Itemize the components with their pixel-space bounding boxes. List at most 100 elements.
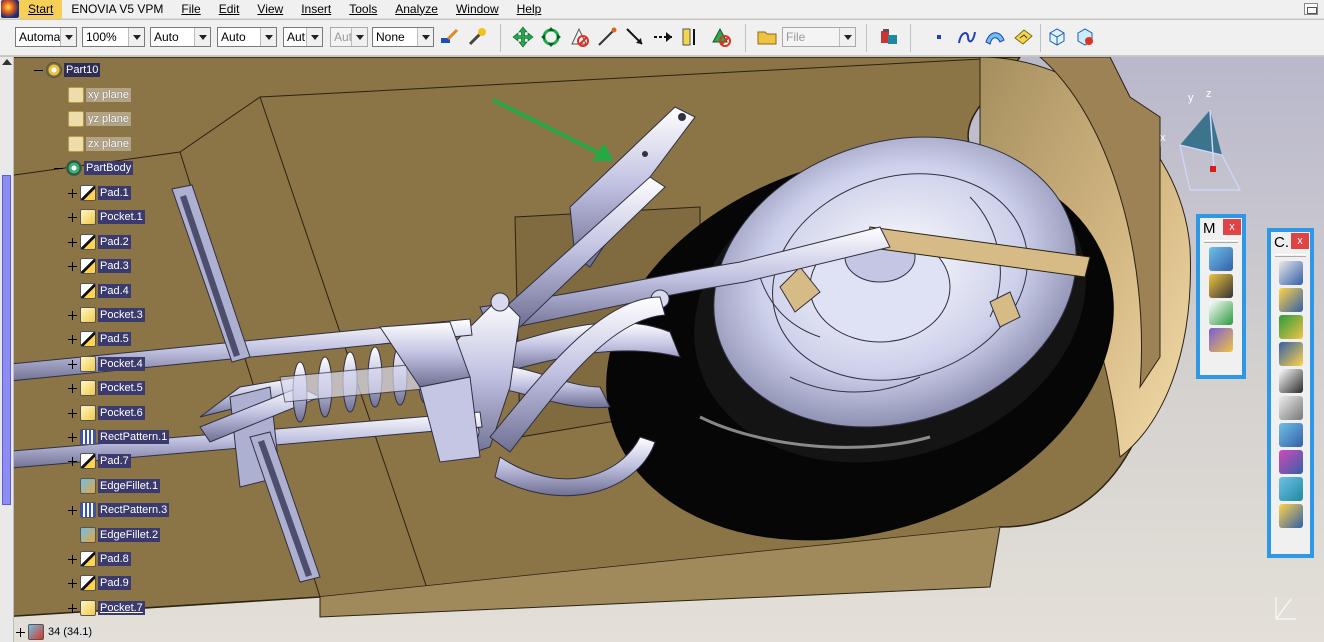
line-arrow-icon[interactable] <box>624 26 646 48</box>
chevron-down-icon[interactable] <box>417 28 433 46</box>
menu-file[interactable]: File <box>172 0 209 19</box>
menu-view[interactable]: View <box>248 0 292 19</box>
assembly-icon[interactable] <box>1278 315 1303 339</box>
paperclip-icon[interactable] <box>1278 396 1303 420</box>
expand-icon[interactable] <box>68 310 77 320</box>
close-icon[interactable]: x <box>1291 233 1309 249</box>
part-model[interactable] <box>0 57 1324 642</box>
tree-feature-label[interactable]: Pocket.3 <box>98 308 145 322</box>
expand-icon[interactable] <box>68 261 77 271</box>
sketch-based-icon[interactable] <box>1209 247 1233 271</box>
tree-feature-rectpattern-1[interactable]: RectPattern.1 <box>68 428 170 446</box>
expand-icon[interactable] <box>68 212 77 222</box>
tree-feature-label[interactable]: EdgeFillet.1 <box>98 479 161 493</box>
split-arrows-icon[interactable] <box>652 26 674 48</box>
3d-viewport[interactable]: x y z <box>0 57 1324 642</box>
menu-insert[interactable]: Insert <box>292 0 340 19</box>
part-icon[interactable] <box>1046 26 1068 48</box>
menu-help[interactable]: Help <box>508 0 551 19</box>
expand-icon[interactable] <box>68 456 77 466</box>
catia-logo-icon[interactable] <box>1 0 19 18</box>
cube-icon[interactable] <box>1278 288 1303 312</box>
paintbrush-icon[interactable] <box>438 26 460 48</box>
chevron-down-icon[interactable] <box>128 28 144 46</box>
point-icon[interactable] <box>928 26 950 48</box>
catalog-icon[interactable] <box>878 26 900 48</box>
tree-feature-pad-9[interactable]: Pad.9 <box>68 574 131 592</box>
zoom-combo[interactable]: 100% <box>82 27 145 47</box>
tree-feature-label[interactable]: RectPattern.3 <box>98 503 170 517</box>
tree-feature-pad-4[interactable]: Pad.4 <box>68 282 131 300</box>
tree-feature-label[interactable]: Pad.3 <box>98 259 131 273</box>
expand-icon[interactable] <box>68 554 77 564</box>
tree-feature-label[interactable]: Pad.8 <box>98 552 131 566</box>
compass-icon[interactable]: x y z <box>1150 85 1260 195</box>
magic-wand-icon[interactable] <box>466 26 488 48</box>
close-icon[interactable]: x <box>1223 219 1241 235</box>
tree-feature-edgefillet-1[interactable]: EdgeFillet.1 <box>68 477 161 495</box>
tree-feature-label[interactable]: Pad.7 <box>98 454 131 468</box>
tree-feature-pad-2[interactable]: Pad.2 <box>68 233 131 251</box>
expand-icon[interactable] <box>68 505 77 515</box>
tree-plane-zx[interactable]: zx plane <box>68 135 131 153</box>
tree-feature-pocket-4[interactable]: Pocket.4 <box>68 355 145 373</box>
tree-feature-pad-3[interactable]: Pad.3 <box>68 257 131 275</box>
spline-icon[interactable] <box>956 26 978 48</box>
expand-icon[interactable] <box>16 627 25 637</box>
plane-ref-icon[interactable] <box>1278 342 1303 366</box>
tree-feature-rectpattern-3[interactable]: RectPattern.3 <box>68 501 170 519</box>
tree-root[interactable]: Part10 <box>34 61 101 79</box>
tree-feature-pocket-3[interactable]: Pocket.3 <box>68 306 145 324</box>
tree-feature-label[interactable]: Pocket.6 <box>98 406 145 420</box>
tree-feature-label[interactable]: Pad.1 <box>98 186 131 200</box>
scroll-thumb[interactable] <box>2 175 11 505</box>
hide-show-icon[interactable] <box>710 26 732 48</box>
constraint-icon[interactable] <box>1278 261 1303 285</box>
frame-icon[interactable] <box>1278 423 1303 447</box>
rotate-arrows-icon[interactable] <box>540 26 562 48</box>
expand-icon[interactable] <box>68 237 77 247</box>
expand-icon[interactable] <box>68 578 77 588</box>
tree-feature-label[interactable]: Pocket.7 <box>98 601 145 615</box>
expand-icon[interactable] <box>68 334 77 344</box>
refresh-icon[interactable] <box>1278 477 1303 501</box>
menu-enovia[interactable]: ENOVIA V5 VPM <box>62 0 172 19</box>
expand-icon[interactable] <box>68 432 77 442</box>
chevron-down-icon[interactable] <box>194 28 210 46</box>
tree-feature-label[interactable]: Pad.4 <box>98 284 131 298</box>
collapse-icon[interactable] <box>34 66 43 75</box>
sketch-pad-icon[interactable] <box>1012 26 1034 48</box>
floating-toolbar-m[interactable]: M x <box>1196 214 1246 379</box>
transform-icon[interactable] <box>1209 301 1233 325</box>
boolean-icon[interactable] <box>1209 328 1233 352</box>
tree-feature-pocket-5[interactable]: Pocket.5 <box>68 379 145 397</box>
pattern-combo[interactable]: None <box>372 27 434 47</box>
link-icon[interactable] <box>1278 450 1303 474</box>
layer-combo-a[interactable]: Aut <box>283 27 323 47</box>
menu-analyze[interactable]: Analyze <box>386 0 447 19</box>
tree-feature-edgefillet-2[interactable]: EdgeFillet.2 <box>68 526 161 544</box>
menu-tools[interactable]: Tools <box>340 0 386 19</box>
tree-scrollbar[interactable] <box>0 57 14 642</box>
tree-footer-product[interactable]: 34 (34.1) <box>16 623 95 641</box>
chevron-down-icon[interactable] <box>260 28 276 46</box>
gear-icon[interactable] <box>1278 504 1303 528</box>
tree-feature-label[interactable]: Pocket.1 <box>98 210 145 224</box>
tree-feature-pocket-6[interactable]: Pocket.6 <box>68 404 145 422</box>
menu-window[interactable]: Window <box>447 0 508 19</box>
render-style-combo[interactable]: Automa <box>15 27 77 47</box>
tree-feature-pad-5[interactable]: Pad.5 <box>68 330 131 348</box>
expand-icon[interactable] <box>68 188 77 198</box>
menu-edit[interactable]: Edit <box>210 0 249 19</box>
window-restore-icon[interactable] <box>1304 3 1318 15</box>
floating-toolbar-c[interactable]: C. x <box>1267 228 1314 558</box>
collapse-icon[interactable] <box>54 164 63 173</box>
tree-feature-pocket-7[interactable]: Pocket.7 <box>68 599 145 617</box>
expand-icon[interactable] <box>68 603 77 613</box>
scroll-up-icon[interactable] <box>2 59 12 65</box>
surface-icon[interactable] <box>984 26 1006 48</box>
tree-feature-label[interactable]: Pad.2 <box>98 235 131 249</box>
tree-feature-pad-7[interactable]: Pad.7 <box>68 452 131 470</box>
tree-feature-label[interactable]: Pocket.4 <box>98 357 145 371</box>
measure-ruler-icon[interactable] <box>680 26 702 48</box>
